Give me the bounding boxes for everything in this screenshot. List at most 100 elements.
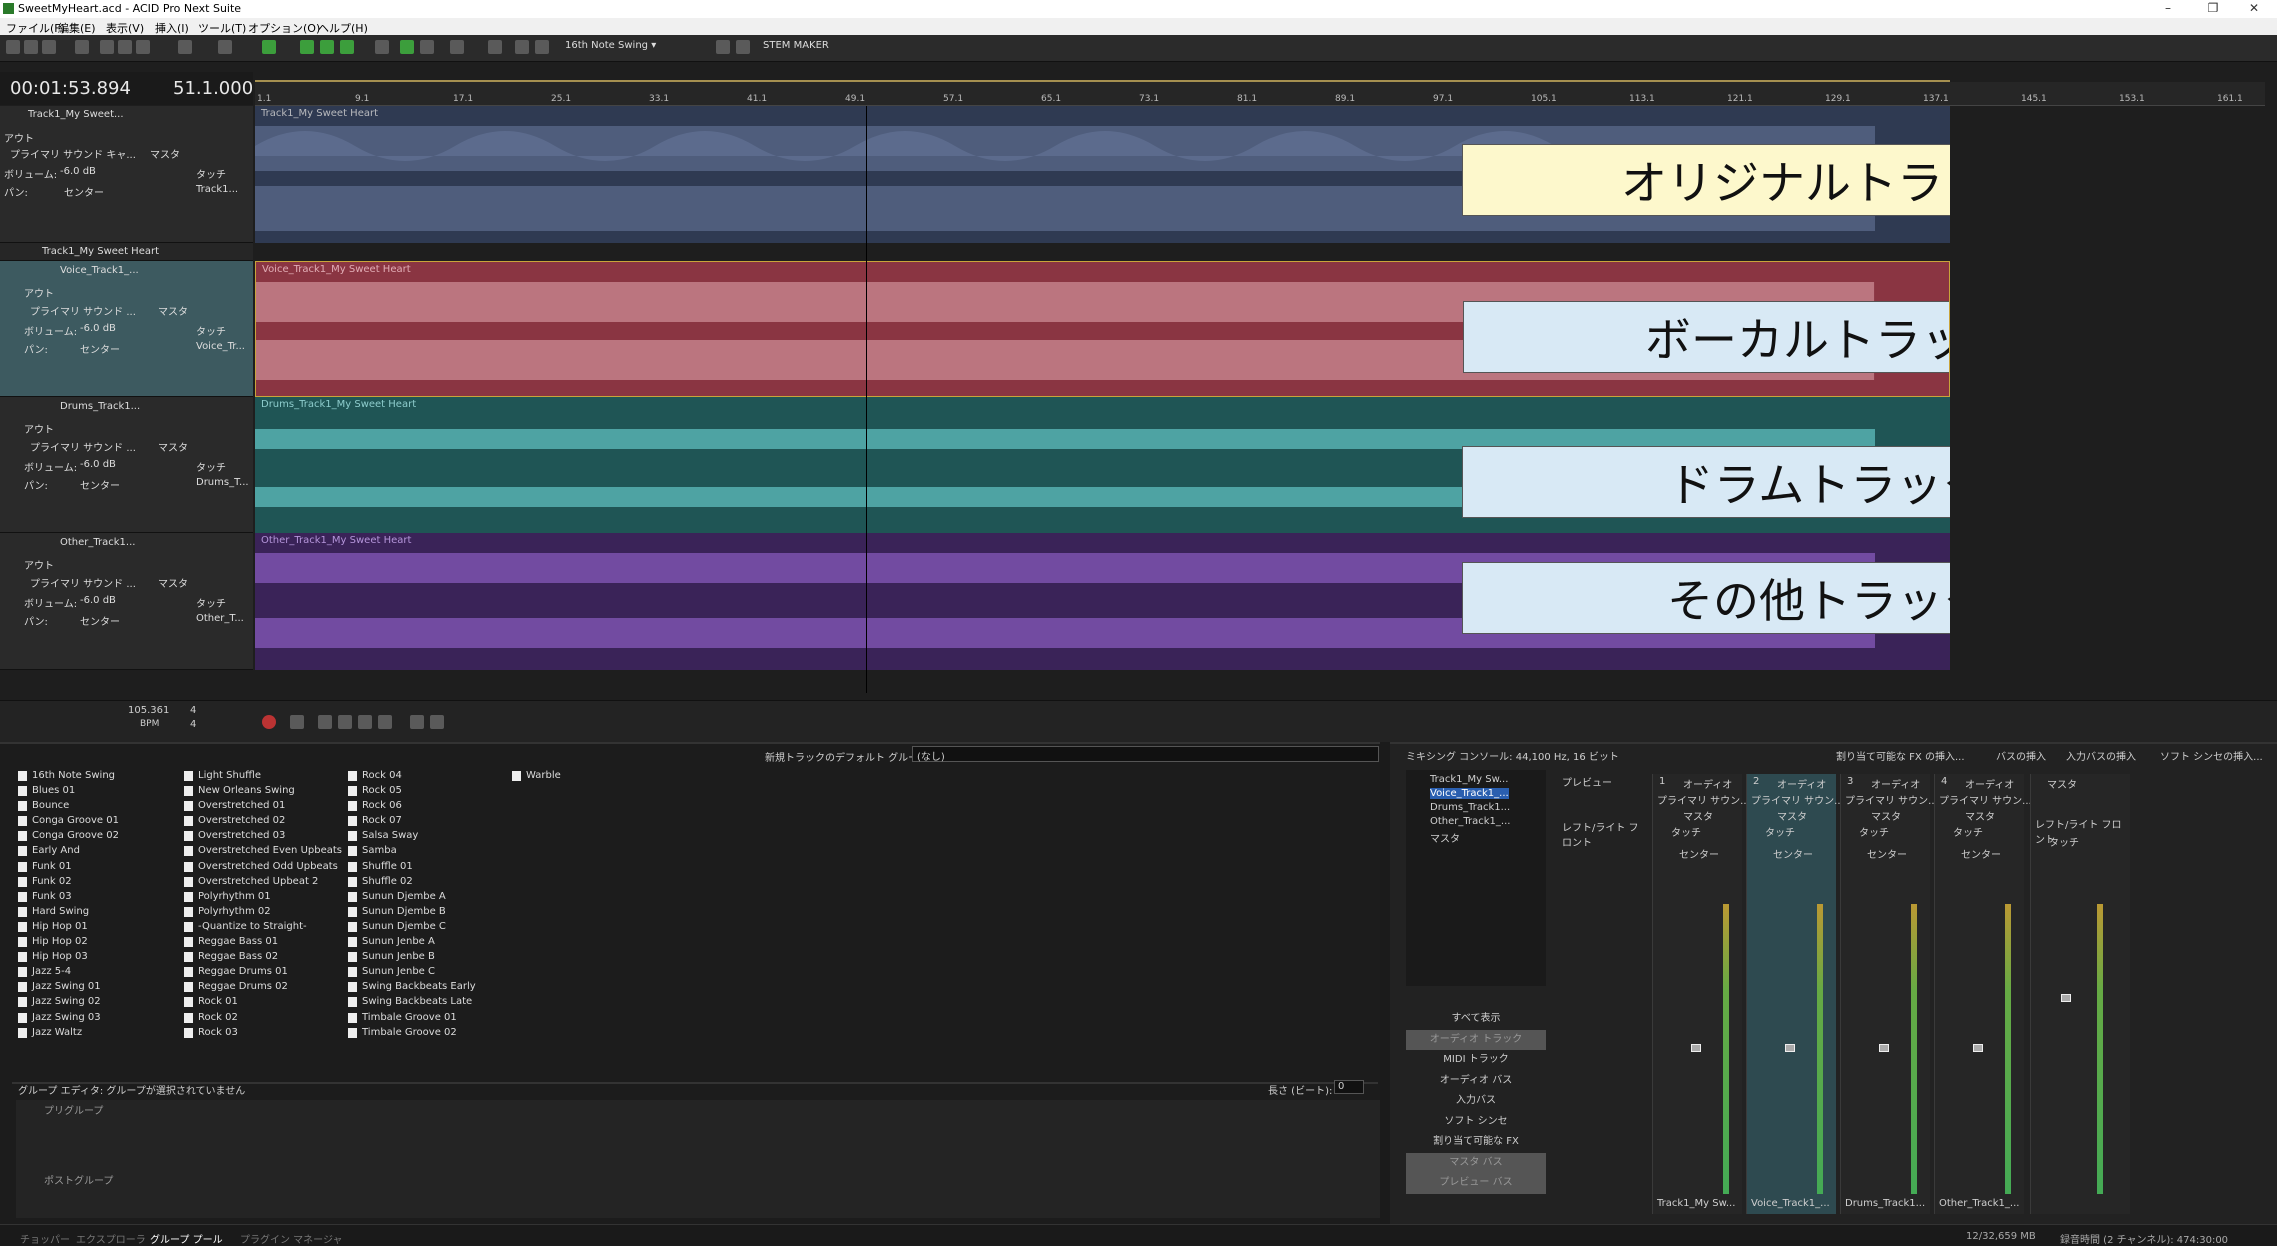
groove-item[interactable]: Jazz Swing 02 bbox=[18, 994, 119, 1009]
groove-item[interactable]: Timbale Groove 02 bbox=[348, 1025, 476, 1040]
groove-item[interactable]: Blues 01 bbox=[18, 783, 119, 798]
groove-item[interactable]: Reggae Bass 01 bbox=[184, 934, 342, 949]
menu-options[interactable]: オプション(O) bbox=[248, 20, 320, 36]
erase-tool-icon[interactable] bbox=[488, 40, 502, 54]
volume-value[interactable]: -6.0 dB bbox=[80, 595, 116, 606]
groove-item[interactable]: Sunun Jenbe C bbox=[348, 964, 476, 979]
view-filter-button[interactable]: プレビュー バス bbox=[1406, 1173, 1546, 1194]
groove-item[interactable]: Overstretched 01 bbox=[184, 798, 342, 813]
strip-bus[interactable]: プライマリ サウン... bbox=[1845, 792, 1938, 807]
groove-item[interactable]: Sunun Djembe A bbox=[348, 889, 476, 904]
track-master[interactable]: マスタ bbox=[158, 303, 188, 318]
menu-file[interactable]: ファイル(F) bbox=[6, 20, 65, 36]
groove-item[interactable]: Overstretched 03 bbox=[184, 828, 342, 843]
groove-item[interactable]: Overstretched Even Upbeats bbox=[184, 843, 342, 858]
groove-item[interactable]: 16th Note Swing bbox=[18, 768, 119, 783]
go-to-start-icon[interactable] bbox=[410, 715, 424, 729]
track-bus[interactable]: プライマリ サウンド ... bbox=[30, 575, 136, 590]
view-filter-button[interactable]: ソフト シンセ bbox=[1406, 1112, 1546, 1133]
marker-icon[interactable] bbox=[535, 40, 549, 54]
view-filter-button[interactable]: 入力バス bbox=[1406, 1091, 1546, 1112]
grid-icon[interactable] bbox=[300, 40, 314, 54]
insert-bus-button[interactable]: バスの挿入 bbox=[1996, 748, 2046, 763]
groove-item[interactable]: Salsa Sway bbox=[348, 828, 476, 843]
menu-help[interactable]: ヘルプ(H) bbox=[318, 20, 368, 36]
tab-explorer[interactable]: エクスプローラ bbox=[76, 1231, 146, 1246]
tree-item-selected[interactable]: Voice_Track1_... bbox=[1430, 788, 1509, 799]
groove-item[interactable]: Swing Backbeats Early bbox=[348, 979, 476, 994]
touch-mode[interactable]: タッチ bbox=[196, 166, 226, 181]
groove-item[interactable]: Overstretched 02 bbox=[184, 813, 342, 828]
strip-out[interactable]: マスタ bbox=[1871, 808, 1901, 823]
view-filter-button[interactable]: マスタ バス bbox=[1406, 1152, 1546, 1173]
groove-item[interactable]: Reggae Drums 01 bbox=[184, 964, 342, 979]
groove-item[interactable]: Overstretched Upbeat 2 bbox=[184, 874, 342, 889]
insert-softsynth-button[interactable]: ソフト シンセの挿入... bbox=[2160, 748, 2263, 763]
maximize-button[interactable]: ❐ bbox=[2190, 0, 2236, 18]
groove-item[interactable]: Warble bbox=[512, 768, 561, 783]
time-sig-bottom[interactable]: 4 bbox=[190, 719, 196, 730]
volume-value[interactable]: -6.0 dB bbox=[60, 166, 96, 177]
go-to-end-icon[interactable] bbox=[430, 715, 444, 729]
track-header-other[interactable]: Other_Track1... アウト プライマリ サウンド ... マスタ ボ… bbox=[0, 533, 253, 670]
groove-item[interactable]: Sunun Djembe B bbox=[348, 904, 476, 919]
groove-item[interactable]: -Quantize to Straight- bbox=[184, 919, 342, 934]
paste-icon[interactable] bbox=[136, 40, 150, 54]
new-icon[interactable] bbox=[6, 40, 20, 54]
undo-icon[interactable] bbox=[178, 40, 192, 54]
groove-item[interactable]: Jazz 5-4 bbox=[18, 964, 119, 979]
view-filter-button[interactable]: MIDI トラック bbox=[1406, 1050, 1546, 1071]
record-icon[interactable] bbox=[262, 715, 276, 729]
volume-fader[interactable] bbox=[1973, 1044, 1983, 1052]
touch-mode[interactable]: タッチ bbox=[196, 323, 226, 338]
track-name[interactable]: Drums_Track1... bbox=[60, 401, 140, 412]
track-header-original[interactable]: Track1_My Sweet... アウト プライマリ サウンド キャ... … bbox=[0, 106, 253, 243]
refresh-icon[interactable] bbox=[75, 40, 89, 54]
groove-item[interactable]: Samba bbox=[348, 843, 476, 858]
master-touch[interactable]: タッチ bbox=[2049, 834, 2079, 849]
groove-item[interactable]: Bounce bbox=[18, 798, 119, 813]
track-master[interactable]: マスタ bbox=[150, 146, 180, 161]
minimize-button[interactable]: – bbox=[2145, 0, 2191, 18]
groove-editor-area[interactable]: プリグループ ポストグループ bbox=[16, 1100, 1380, 1218]
volume-fader[interactable] bbox=[1785, 1044, 1795, 1052]
groove-item[interactable]: Rock 03 bbox=[184, 1025, 342, 1040]
strip-bus[interactable]: プライマリ サウン... bbox=[1657, 792, 1750, 807]
playhead[interactable] bbox=[866, 106, 867, 693]
tree-item[interactable]: Other_Track1_... bbox=[1430, 816, 1510, 827]
zoom-tool-icon[interactable] bbox=[420, 40, 434, 54]
groove-item[interactable]: Rock 05 bbox=[348, 783, 476, 798]
groove-item[interactable]: Rock 02 bbox=[184, 1010, 342, 1025]
groove-item[interactable]: Sunun Jenbe A bbox=[348, 934, 476, 949]
view-filter-button[interactable]: 割り当て可能な FX bbox=[1406, 1132, 1546, 1153]
open-icon[interactable] bbox=[24, 40, 38, 54]
track-name[interactable]: Other_Track1... bbox=[60, 537, 135, 548]
empty-timeline[interactable] bbox=[1950, 106, 2265, 693]
folder-header[interactable]: Track1_My Sweet Heart bbox=[0, 243, 253, 261]
groove-item[interactable]: Funk 01 bbox=[18, 859, 119, 874]
insert-fx-button[interactable]: 割り当て可能な FX の挿入... bbox=[1836, 748, 1965, 763]
groove-item[interactable]: Jazz Swing 03 bbox=[18, 1010, 119, 1025]
groove-item[interactable]: Timbale Groove 01 bbox=[348, 1010, 476, 1025]
beat-ruler[interactable]: 1.1 9.1 17.1 25.1 33.1 41.1 49.1 57.1 65… bbox=[255, 82, 2265, 106]
groove-item[interactable]: Jazz Waltz bbox=[18, 1025, 119, 1040]
view-filter-button[interactable]: オーディオ バス bbox=[1406, 1071, 1546, 1092]
stem-maker-button[interactable]: STEM MAKER bbox=[763, 40, 829, 56]
groove-item[interactable]: Shuffle 01 bbox=[348, 859, 476, 874]
track-header-voice[interactable]: Voice_Track1_... アウト プライマリ サウンド ... マスタ … bbox=[0, 261, 253, 397]
groove-item[interactable]: Sunun Jenbe B bbox=[348, 949, 476, 964]
view-filter-button[interactable]: オーディオ トラック bbox=[1406, 1029, 1546, 1050]
volume-fader[interactable] bbox=[1691, 1044, 1701, 1052]
redo-icon[interactable] bbox=[218, 40, 232, 54]
groove-item[interactable]: Polyrhythm 01 bbox=[184, 889, 342, 904]
groove-item[interactable]: Rock 07 bbox=[348, 813, 476, 828]
insert-input-bus-button[interactable]: 入力バスの挿入 bbox=[2066, 748, 2136, 763]
strip-touch[interactable]: タッチ bbox=[1671, 824, 1701, 839]
time-sig-top[interactable]: 4 bbox=[190, 705, 196, 716]
groove-item[interactable]: Sunun Djembe C bbox=[348, 919, 476, 934]
strip-touch[interactable]: タッチ bbox=[1953, 824, 1983, 839]
envelope-tool-icon[interactable] bbox=[340, 40, 354, 54]
strip-out[interactable]: マスタ bbox=[1683, 808, 1713, 823]
select-tool-icon[interactable] bbox=[400, 40, 414, 54]
groove-item[interactable]: Light Shuffle bbox=[184, 768, 342, 783]
